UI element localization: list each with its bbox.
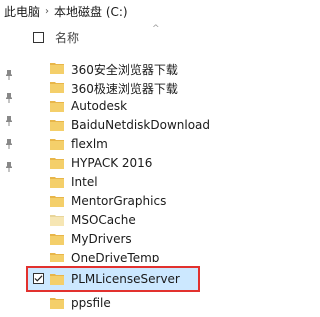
folder-icon [50, 82, 64, 93]
list-item[interactable]: Autodesk [28, 97, 248, 116]
folder-icon [50, 63, 64, 74]
folder-icon [50, 234, 64, 245]
name-column-header[interactable]: 名称 [55, 29, 79, 46]
list-item[interactable]: Intel [28, 173, 248, 192]
breadcrumb-item-this-pc[interactable]: 此电脑 [4, 3, 40, 20]
checkbox-icon[interactable] [33, 273, 44, 284]
folder-icon [50, 139, 64, 150]
folder-name: 360极速浏览器下载 [71, 82, 178, 96]
folder-icon [50, 196, 64, 207]
folder-name: MSOCache [71, 213, 136, 227]
folder-name: Autodesk [71, 99, 128, 113]
folder-icon [50, 177, 64, 188]
folder-icon [50, 120, 64, 131]
breadcrumb-item-local-disk[interactable]: 本地磁盘 (C:) [54, 3, 128, 20]
list-item[interactable]: MentorGraphics [28, 192, 248, 211]
pin-icon[interactable] [5, 93, 13, 103]
list-item[interactable]: 360极速浏览器下载 [28, 78, 248, 97]
list-item[interactable]: ppsfile [28, 294, 248, 313]
folder-icon [50, 158, 64, 169]
breadcrumb-separator-icon[interactable]: › [45, 6, 49, 17]
pin-icon[interactable] [5, 139, 13, 149]
pin-icon[interactable] [5, 162, 13, 172]
list-item[interactable]: flexlm [28, 135, 248, 154]
pin-icon[interactable] [5, 116, 13, 126]
column-header: 名称 ^ [0, 24, 281, 52]
folder-icon [50, 253, 64, 262]
pin-icon[interactable] [5, 70, 13, 80]
folder-icon [50, 298, 64, 309]
folder-name: 360安全浏览器下载 [71, 63, 178, 77]
breadcrumb: 此电脑 › 本地磁盘 (C:) [0, 0, 281, 22]
folder-name: BaiduNetdiskDownload [71, 118, 211, 132]
folder-icon [50, 274, 64, 285]
list-item[interactable]: MSOCache [28, 211, 248, 230]
folder-name: MyDrivers [71, 232, 132, 246]
folder-name: PLMLicenseServer [71, 272, 180, 286]
list-item[interactable]: BaiduNetdiskDownload [28, 116, 248, 135]
folder-name: Intel [71, 175, 98, 189]
list-item-selected[interactable]: PLMLicenseServer [26, 266, 200, 292]
folder-name: HYPACK 2016 [71, 156, 153, 170]
list-item[interactable]: HYPACK 2016 [28, 154, 248, 173]
folder-icon [50, 215, 64, 226]
folder-name: OneDriveTemp [71, 251, 160, 262]
folder-icon [50, 101, 64, 112]
list-item[interactable]: OneDriveTemp [28, 249, 248, 262]
sort-ascending-icon: ^ [152, 24, 160, 34]
select-all-checkbox[interactable] [33, 32, 44, 43]
folder-name: flexlm [71, 137, 108, 151]
list-item[interactable]: 360安全浏览器下载 [28, 59, 248, 78]
list-item[interactable]: MyDrivers [28, 230, 248, 249]
folder-name: MentorGraphics [71, 194, 167, 208]
folder-name: ppsfile [71, 296, 111, 310]
explorer-view: 此电脑 › 本地磁盘 (C:) 名称 ^ 360安全浏览器下载 360极速浏览器… [0, 0, 281, 317]
